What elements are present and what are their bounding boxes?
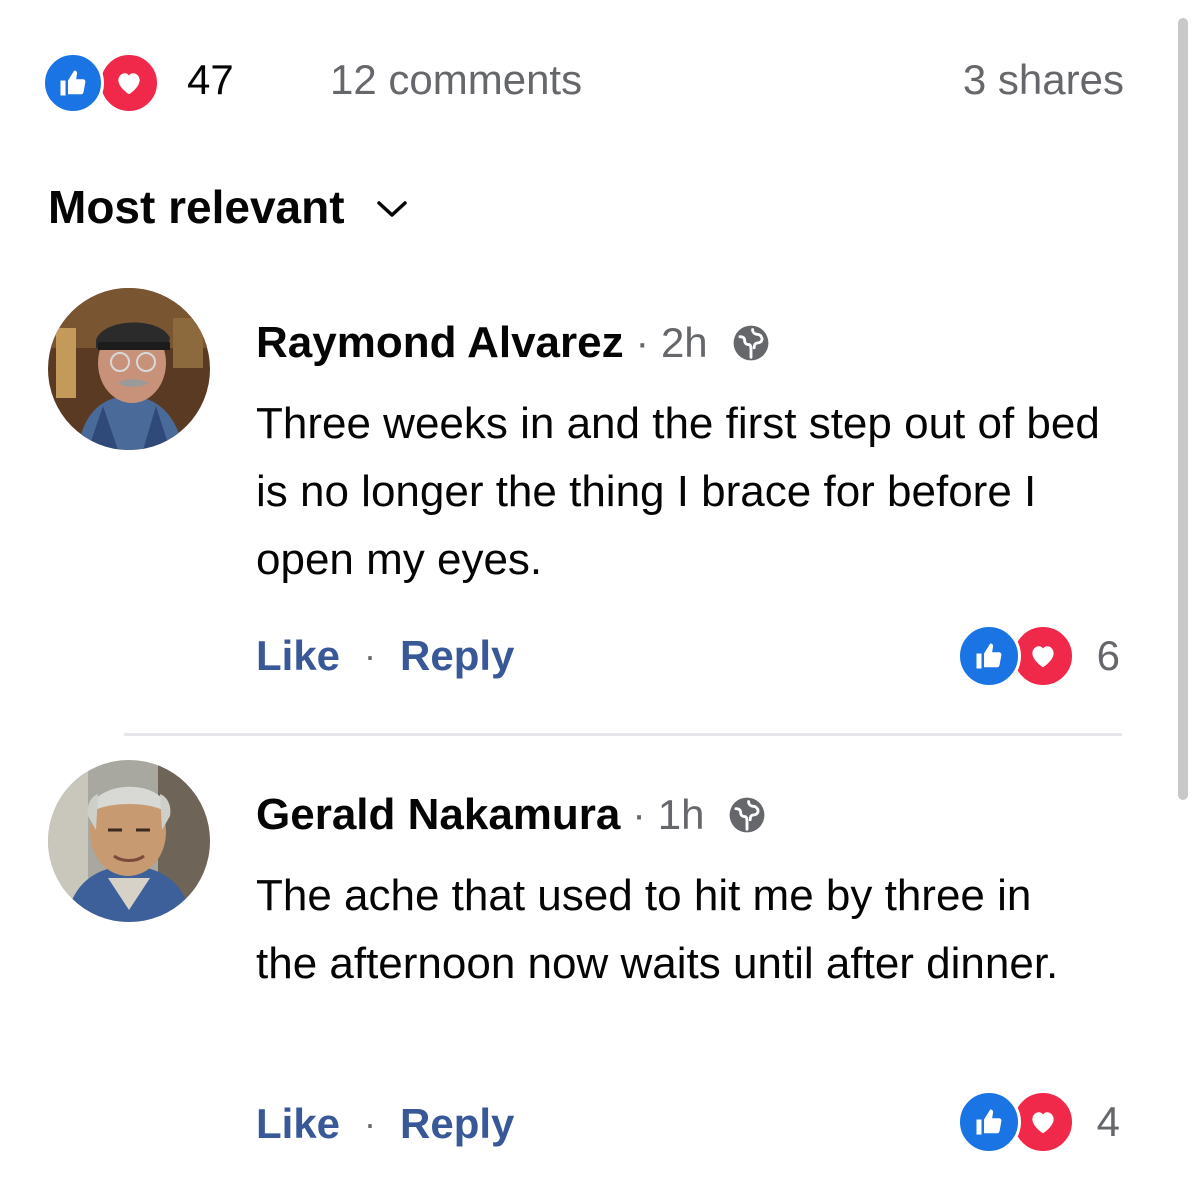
comment-reaction-count: 6	[1096, 632, 1120, 679]
comment-actions: Like · Reply	[256, 1100, 514, 1148]
reactions-summary-bar: 47 12 comments 3 shares	[42, 48, 1132, 114]
like-icon	[956, 624, 1021, 688]
avatar[interactable]	[48, 760, 210, 922]
shares-count-link[interactable]: 3 shares	[963, 56, 1124, 104]
comment-timestamp[interactable]: 1h	[658, 791, 705, 839]
comment-text: Three weeks in and the first step out of…	[256, 399, 1100, 584]
reaction-count[interactable]: 47	[187, 56, 234, 104]
comment-reactions[interactable]: 6	[956, 624, 1120, 688]
reply-button[interactable]: Reply	[400, 632, 514, 680]
comment-timestamp[interactable]: 2h	[661, 319, 708, 367]
sort-label: Most relevant	[48, 181, 345, 233]
reaction-icons[interactable]	[42, 52, 160, 114]
avatar[interactable]	[48, 288, 210, 450]
separator-dot: ·	[632, 792, 646, 837]
like-icon	[42, 52, 104, 114]
comment-reaction-count: 4	[1096, 1098, 1120, 1145]
chevron-down-icon	[375, 198, 409, 225]
comment-header: Raymond Alvarez · 2h	[256, 318, 770, 368]
comment-sort-dropdown[interactable]: Most relevant	[48, 180, 409, 234]
comment-reactions[interactable]: 4	[956, 1090, 1120, 1154]
like-button[interactable]: Like	[256, 632, 340, 680]
like-icon	[956, 1090, 1021, 1154]
comment-divider	[124, 733, 1122, 736]
globe-icon	[728, 796, 766, 834]
separator-dot: ·	[364, 1103, 377, 1144]
comment-author-link[interactable]: Gerald Nakamura	[256, 790, 620, 840]
love-icon	[98, 52, 160, 114]
comments-count-link[interactable]: 12 comments	[330, 56, 582, 104]
comment-text: The ache that used to hit me by three in…	[256, 871, 1059, 988]
comment-author-link[interactable]: Raymond Alvarez	[256, 318, 624, 368]
globe-icon	[732, 324, 770, 362]
reply-button[interactable]: Reply	[400, 1100, 514, 1148]
separator-dot: ·	[364, 635, 377, 676]
comment-actions: Like · Reply	[256, 632, 514, 680]
like-button[interactable]: Like	[256, 1100, 340, 1148]
scrollbar[interactable]	[1178, 18, 1188, 800]
comment-header: Gerald Nakamura · 1h	[256, 790, 766, 840]
separator-dot: ·	[635, 320, 649, 365]
